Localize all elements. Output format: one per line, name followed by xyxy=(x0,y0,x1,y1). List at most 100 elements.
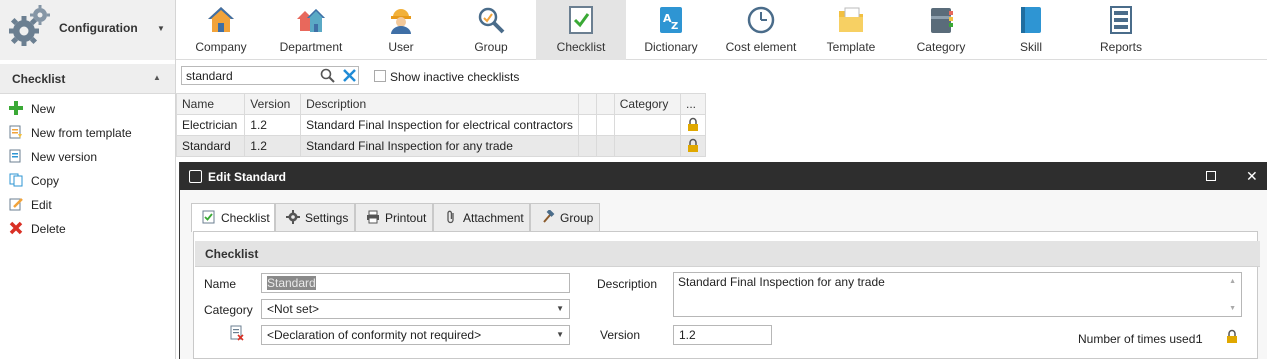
svg-text:Z: Z xyxy=(671,21,678,32)
version-field[interactable]: 1.2 xyxy=(673,325,772,345)
column-header-version[interactable]: Version xyxy=(244,93,302,115)
version-label: Version xyxy=(600,328,641,342)
ribbon-group[interactable]: Group xyxy=(446,0,536,60)
caret-up-icon: ▲ xyxy=(153,73,161,82)
tab-attachment[interactable]: Attachment xyxy=(433,203,530,231)
column-header-blank-1[interactable] xyxy=(577,93,597,115)
lock-icon xyxy=(687,138,698,152)
tab-group[interactable]: Group xyxy=(530,203,600,231)
close-icon[interactable]: ✕ xyxy=(1246,168,1258,185)
description-textarea[interactable]: Standard Final Inspection for any trade … xyxy=(673,272,1242,317)
ribbon-skill[interactable]: Skill xyxy=(986,0,1076,60)
cell-description: Standard Final Inspection for any trade xyxy=(300,135,579,157)
conformity-document-icon xyxy=(230,325,244,341)
ribbon-category-label: Category xyxy=(916,40,966,54)
chevron-down-icon: ▼ xyxy=(556,304,564,313)
cell-blank xyxy=(595,114,615,136)
table-row-selected[interactable]: Standard 1.2 Standard Final Inspection f… xyxy=(175,135,707,157)
ribbon-cost-element-label: Cost element xyxy=(725,40,797,54)
copy-icon xyxy=(9,173,23,187)
search-input-value: standard xyxy=(186,69,233,83)
category-binder-icon xyxy=(931,8,953,33)
paperclip-icon xyxy=(447,210,454,224)
ribbon-user[interactable]: User xyxy=(356,0,446,60)
ribbon-cost-element[interactable]: Cost element xyxy=(716,0,806,60)
cell-version: 1.2 xyxy=(244,135,302,157)
left-panel-title: Checklist xyxy=(12,72,66,86)
dictionary-icon: A Z xyxy=(660,7,682,33)
worker-icon xyxy=(391,9,411,34)
column-header-description[interactable]: Description xyxy=(300,93,579,115)
column-header-blank-2[interactable] xyxy=(595,93,615,115)
cell-version: 1.2 xyxy=(244,114,302,136)
action-copy[interactable]: Copy xyxy=(0,171,175,191)
name-field[interactable]: Standard xyxy=(261,273,570,293)
column-header-category[interactable]: Category xyxy=(613,93,681,115)
name-label: Name xyxy=(204,277,237,291)
edit-window-titlebar[interactable]: Edit Standard ✕ xyxy=(180,162,1267,190)
action-new-from-template-label: New from template xyxy=(31,126,132,140)
ribbon-template-label: Template xyxy=(826,40,876,54)
ribbon-reports[interactable]: Reports xyxy=(1076,0,1166,60)
tab-printout[interactable]: Printout xyxy=(355,203,433,231)
times-used-value: 1 xyxy=(1196,332,1203,346)
house-icon xyxy=(208,7,234,32)
tab-settings[interactable]: Settings xyxy=(275,203,355,231)
configuration-menu[interactable]: Configuration ▼ xyxy=(0,0,176,60)
section-title: Checklist xyxy=(205,247,259,261)
search-input[interactable]: standard xyxy=(181,66,359,85)
template-icon xyxy=(9,125,22,139)
cell-category xyxy=(613,114,681,136)
column-header-name[interactable]: Name xyxy=(175,93,246,115)
ribbon-category[interactable]: Category xyxy=(896,0,986,60)
ribbon-department[interactable]: Department xyxy=(266,0,356,60)
checklist-grid: Name Version Description Category ... El… xyxy=(175,93,707,157)
group-magnifier-icon xyxy=(478,7,505,34)
action-new[interactable]: New xyxy=(0,99,175,119)
left-panel-header[interactable]: Checklist ▲ xyxy=(0,64,175,94)
action-new-version-label: New version xyxy=(31,150,98,164)
category-label: Category xyxy=(204,303,253,317)
reports-icon xyxy=(1110,6,1132,34)
grid-header-row: Name Version Description Category ... xyxy=(175,93,707,115)
clock-icon xyxy=(747,6,775,34)
search-icon[interactable] xyxy=(320,68,335,83)
gear-tab-icon xyxy=(286,210,300,224)
scroll-up-icon[interactable]: ▲ xyxy=(1229,278,1236,285)
column-header-more[interactable]: ... xyxy=(679,93,707,115)
cell-blank xyxy=(577,114,597,136)
ribbon-template[interactable]: Template xyxy=(806,0,896,60)
ribbon-user-label: User xyxy=(388,40,414,54)
ribbon-checklist[interactable]: Checklist xyxy=(536,0,626,60)
ribbon-reports-label: Reports xyxy=(1099,40,1143,54)
window-icon xyxy=(189,170,202,183)
category-select-value: <Not set> xyxy=(267,302,320,316)
category-select[interactable]: <Not set> ▼ xyxy=(261,299,570,319)
department-house-icon xyxy=(297,9,325,32)
action-copy-label: Copy xyxy=(31,174,60,188)
action-delete[interactable]: Delete xyxy=(0,219,175,239)
action-new-version[interactable]: New version xyxy=(0,147,175,167)
gears-icon xyxy=(9,5,50,46)
tab-checklist[interactable]: Checklist xyxy=(191,203,275,232)
maximize-icon[interactable] xyxy=(1206,171,1216,181)
left-action-panel: Checklist ▲ New New from template New ve… xyxy=(0,60,176,359)
action-new-from-template[interactable]: New from template xyxy=(0,123,175,143)
checklist-icon xyxy=(569,6,593,34)
ribbon-dictionary[interactable]: A Z Dictionary xyxy=(626,0,716,60)
conformity-select[interactable]: <Declaration of conformity not required>… xyxy=(261,325,570,345)
ribbon-company[interactable]: Company xyxy=(176,0,266,60)
chevron-down-icon: ▼ xyxy=(556,330,564,339)
table-row[interactable]: Electrician 1.2 Standard Final Inspectio… xyxy=(175,114,707,136)
cell-category xyxy=(613,135,681,157)
clear-icon[interactable] xyxy=(342,68,357,83)
ribbon-dictionary-label: Dictionary xyxy=(644,40,698,54)
show-inactive-checkbox[interactable] xyxy=(374,70,386,82)
action-edit[interactable]: Edit xyxy=(0,195,175,215)
times-used-label: Number of times used: xyxy=(1078,332,1199,346)
scroll-down-icon[interactable]: ▼ xyxy=(1229,305,1236,312)
tab-attachment-label: Attachment xyxy=(463,211,524,225)
cell-name: Electrician xyxy=(175,114,246,136)
checklist-section-header[interactable]: Checklist xyxy=(195,241,1260,267)
checklist-tab-icon xyxy=(202,210,215,224)
